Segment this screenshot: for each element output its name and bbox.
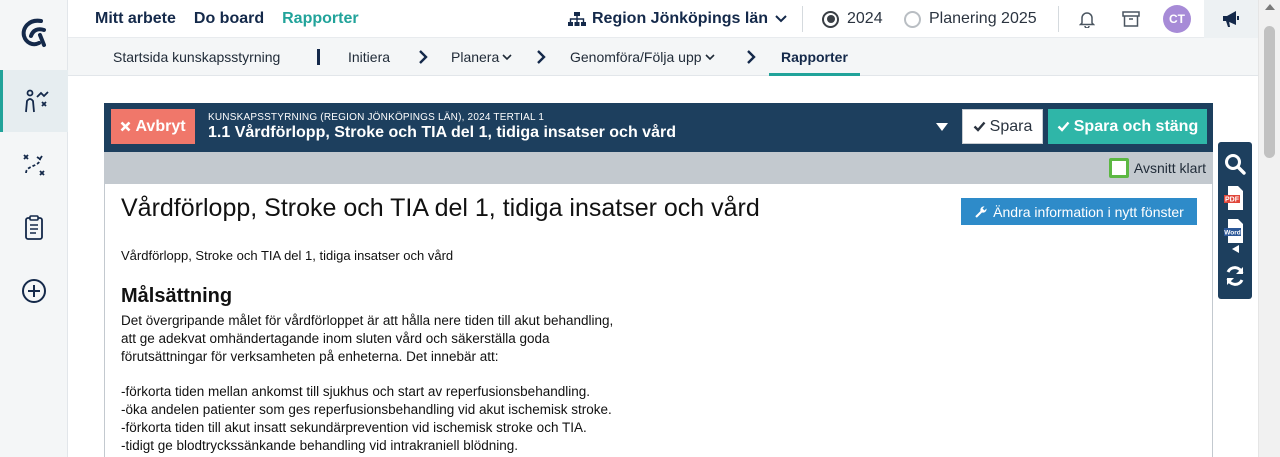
word-text: Word — [1224, 230, 1241, 237]
radio-unselected-icon — [904, 10, 921, 28]
save-and-close-button[interactable]: Spara och stäng — [1048, 109, 1207, 144]
rail-item-reports[interactable] — [0, 197, 68, 259]
page-scrollbar[interactable] — [1258, 0, 1280, 457]
avatar[interactable]: CT — [1163, 5, 1191, 33]
pdf-export-icon[interactable]: PDF — [1218, 180, 1252, 216]
nav-do-board[interactable]: Do board — [194, 10, 264, 28]
rail-item-strategy[interactable] — [0, 70, 68, 132]
list-item: -öka andelen patienter som ges reperfusi… — [121, 402, 612, 417]
crumb-rapporter[interactable]: Rapporter — [769, 38, 860, 76]
scroll-thumb[interactable] — [1264, 26, 1275, 158]
editor-status-bar: Avsnitt klart — [104, 152, 1213, 184]
top-nav: Mitt arbete Do board Rapporter — [95, 0, 359, 38]
app-logo-icon[interactable] — [0, 0, 68, 64]
rail-item-add[interactable] — [0, 260, 68, 322]
chevron-down-icon — [502, 53, 512, 60]
paragraph-line: förutsättningar för verksamheten på enhe… — [121, 349, 499, 364]
section-done-toggle[interactable]: Avsnitt klart — [1108, 158, 1206, 178]
megaphone-icon[interactable] — [1204, 0, 1258, 38]
document-title: Vårdförlopp, Stroke och TIA del 1, tidig… — [121, 194, 760, 222]
clipboard-icon — [25, 215, 43, 240]
paragraph-line: att ge adekvat omhändertagande inom slut… — [121, 331, 550, 346]
search-icon[interactable] — [1218, 146, 1252, 182]
save-close-label: Spara och stäng — [1073, 117, 1199, 135]
paragraph-line: Det övergripande målet för vårdförloppet… — [121, 313, 614, 328]
cancel-button[interactable]: Avbryt — [111, 109, 195, 144]
pdf-text: PDF — [1225, 197, 1240, 204]
edit-in-new-window-button[interactable]: Ändra information i nytt fönster — [961, 198, 1197, 225]
goal-paragraph: Det övergripande målet för vårdförloppet… — [121, 312, 681, 366]
chevron-down-icon — [775, 15, 787, 23]
year-radio-2025[interactable]: Planering 2025 — [904, 0, 1037, 38]
caret-down-icon[interactable] — [936, 123, 948, 131]
person-strategy-icon — [24, 89, 49, 113]
bell-icon[interactable] — [1076, 8, 1098, 30]
org-selector[interactable]: Region Jönköpings län — [568, 0, 788, 38]
crumb-startsida[interactable]: Startsida kunskapsstyrning — [113, 38, 280, 76]
separator-bar-icon — [317, 38, 320, 76]
document-body: Vårdförlopp, Stroke och TIA del 1, tidig… — [104, 184, 1213, 457]
editor-title: 1.1 Vårdförlopp, Stroke och TIA del 1, t… — [208, 124, 676, 141]
year-label: 2024 — [847, 10, 883, 27]
section-heading: Målsättning — [121, 285, 233, 307]
check-icon — [973, 121, 986, 132]
edit-button-label: Ändra information i nytt fönster — [993, 203, 1184, 220]
scroll-up-icon[interactable] — [1265, 4, 1275, 10]
section-done-label: Avsnitt klart — [1133, 160, 1206, 176]
editor-header: Avbryt KUNSKAPSSTYRNING (REGION JÖNKÖPIN… — [104, 103, 1213, 152]
word-export-icon[interactable]: Word — [1218, 218, 1252, 254]
save-button[interactable]: Spara — [962, 109, 1043, 144]
org-tree-icon — [568, 12, 586, 26]
list-item: -förkorta tiden till akut insatt sekundä… — [121, 420, 587, 435]
rail-item-plan[interactable] — [0, 134, 68, 196]
document-subtitle: Vårdförlopp, Stroke och TIA del 1, tidig… — [121, 248, 454, 263]
breadcrumb: Startsida kunskapsstyrning Initiera Plan… — [68, 38, 1258, 76]
check-icon — [1057, 121, 1070, 132]
save-label: Spara — [989, 117, 1033, 135]
archive-icon[interactable] — [1120, 8, 1142, 30]
goal-list: -förkorta tiden mellan ankomst till sjuk… — [121, 383, 741, 455]
checkbox-icon[interactable] — [1108, 158, 1129, 178]
left-rail — [0, 0, 68, 457]
top-bar: Mitt arbete Do board Rapporter Region Jö… — [68, 0, 1258, 38]
list-item: -förkorta tiden mellan ankomst till sjuk… — [121, 384, 590, 399]
side-toolbar: PDF Word — [1218, 142, 1252, 299]
radio-selected-icon — [822, 10, 839, 28]
crumb-label: Planera — [451, 49, 500, 65]
chevron-right-icon — [746, 38, 756, 76]
chevron-right-icon — [536, 38, 546, 76]
org-name: Region Jönköpings län — [592, 10, 769, 27]
crumb-genomfora[interactable]: Genomföra/Följa upp — [570, 38, 715, 76]
tactics-icon — [23, 154, 45, 176]
crumb-planera[interactable]: Planera — [451, 38, 512, 76]
list-item: -tidigt ge blodtryckssänkande behandling… — [121, 438, 518, 453]
nav-rapporter[interactable]: Rapporter — [282, 10, 358, 28]
chevron-right-icon — [418, 38, 428, 76]
chevron-down-icon — [704, 53, 715, 60]
refresh-icon[interactable] — [1218, 258, 1252, 294]
editor-subtitle: KUNSKAPSSTYRNING (REGION JÖNKÖPINGS LÄN)… — [208, 112, 545, 123]
year-label: Planering 2025 — [929, 10, 1037, 27]
wrench-icon — [975, 205, 987, 218]
year-radio-2024[interactable]: 2024 — [822, 0, 883, 38]
nav-mitt-arbete[interactable]: Mitt arbete — [95, 10, 176, 28]
crumb-label: Genomföra/Följa upp — [570, 49, 702, 65]
cancel-label: Avbryt — [135, 117, 186, 135]
plus-circle-icon — [22, 279, 46, 303]
close-icon — [121, 121, 131, 132]
crumb-initiera[interactable]: Initiera — [348, 38, 390, 76]
